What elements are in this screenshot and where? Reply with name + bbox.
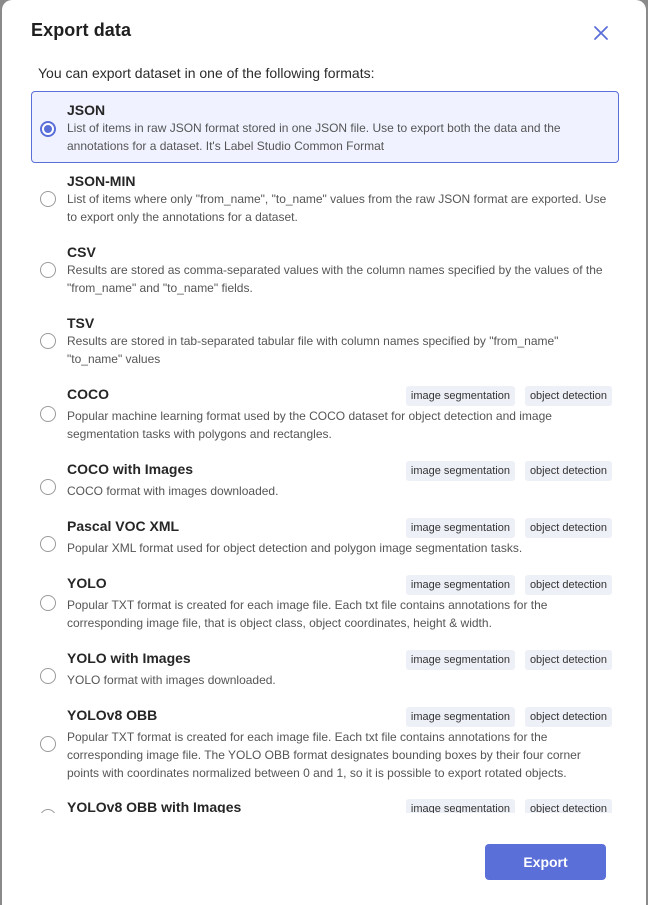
format-name: YOLOv8 OBB with Images — [67, 799, 242, 813]
format-option-yolo-with-images[interactable]: YOLO with Images image segmentation obje… — [31, 646, 619, 694]
tag-image-segmentation: image segmentation — [405, 386, 515, 406]
dialog-title: Export data — [31, 20, 132, 40]
format-description: Popular XML format used for object detec… — [67, 541, 523, 555]
radio-tsv[interactable] — [40, 333, 56, 349]
tag-image-segmentation: image segmentation — [405, 575, 515, 595]
radio-yolov8-obb[interactable] — [40, 736, 56, 752]
format-description: Popular machine learning format used by … — [67, 409, 552, 441]
format-description: Results are stored in tab-separated tabu… — [67, 334, 559, 366]
radio-json[interactable] — [40, 121, 56, 137]
format-option-csv[interactable]: CSV Results are stored as comma-separate… — [31, 240, 619, 302]
tag-group: image segmentation object detection — [405, 461, 612, 481]
radio-coco[interactable] — [40, 406, 56, 422]
tag-image-segmentation: image segmentation — [405, 707, 515, 727]
tag-object-detection: object detection — [524, 461, 612, 481]
format-option-json[interactable]: JSON List of items in raw JSON format st… — [31, 91, 619, 163]
radio-csv[interactable] — [40, 262, 56, 278]
tag-object-detection: object detection — [524, 518, 612, 538]
radio-json-min[interactable] — [40, 191, 56, 207]
radio-coco-with-images[interactable] — [40, 479, 56, 495]
format-name: YOLO with Images — [67, 650, 191, 666]
close-button[interactable] — [590, 22, 612, 44]
tag-image-segmentation: image segmentation — [405, 650, 515, 670]
intro-text: You can export dataset in one of the fol… — [38, 65, 375, 81]
tag-object-detection: object detection — [524, 799, 612, 813]
tag-image-segmentation: image segmentation — [405, 518, 515, 538]
format-name: YOLOv8 OBB — [67, 707, 158, 723]
format-option-coco[interactable]: COCO image segmentation object detection… — [31, 382, 619, 448]
format-name: Pascal VOC XML — [67, 518, 180, 534]
radio-yolov8-obb-with-images[interactable] — [40, 809, 56, 813]
format-option-coco-with-images[interactable]: COCO with Images image segmentation obje… — [31, 457, 619, 505]
radio-yolo[interactable] — [40, 595, 56, 611]
tag-image-segmentation: image segmentation — [405, 799, 515, 813]
format-name: COCO with Images — [67, 461, 194, 477]
format-name: JSON-MIN — [67, 173, 136, 189]
tag-group: image segmentation object detection — [405, 386, 612, 406]
tag-object-detection: object detection — [524, 650, 612, 670]
format-description: YOLO format with images downloaded. — [67, 673, 276, 687]
close-icon[interactable] — [590, 22, 612, 44]
tag-object-detection: object detection — [524, 707, 612, 727]
format-option-json-min[interactable]: JSON-MIN List of items where only "from_… — [31, 169, 619, 231]
tag-group: image segmentation object detection — [405, 707, 612, 727]
export-button[interactable]: Export — [485, 844, 606, 880]
tag-object-detection: object detection — [524, 575, 612, 595]
format-option-yolov8-obb[interactable]: YOLOv8 OBB image segmentation object det… — [31, 703, 619, 787]
format-description: COCO format with images downloaded. — [67, 484, 279, 498]
format-name: YOLO — [67, 575, 107, 591]
format-description: List of items in raw JSON format stored … — [67, 121, 561, 153]
format-description: Results are stored as comma-separated va… — [67, 263, 603, 295]
format-name: COCO — [67, 386, 109, 402]
format-name: JSON — [67, 102, 106, 118]
format-option-yolo[interactable]: YOLO image segmentation object detection… — [31, 571, 619, 637]
radio-pascal-voc-xml[interactable] — [40, 536, 56, 552]
format-name: TSV — [67, 315, 95, 331]
tag-group: image segmentation object detection — [405, 575, 612, 595]
format-option-pascal-voc-xml[interactable]: Pascal VOC XML image segmentation object… — [31, 514, 619, 562]
tag-image-segmentation: image segmentation — [405, 461, 515, 481]
export-dialog: Export data You can export dataset in on… — [2, 0, 646, 905]
tag-group: image segmentation object detection — [405, 799, 612, 813]
format-description: Popular TXT format is created for each i… — [67, 730, 581, 780]
format-description: Popular TXT format is created for each i… — [67, 598, 548, 630]
format-option-yolov8-obb-with-images[interactable]: YOLOv8 OBB with Images image segmentatio… — [31, 795, 619, 813]
format-description: List of items where only "from_name", "t… — [67, 192, 607, 224]
tag-group: image segmentation object detection — [405, 650, 612, 670]
format-name: CSV — [67, 244, 96, 260]
tag-group: image segmentation object detection — [405, 518, 612, 538]
tag-object-detection: object detection — [524, 386, 612, 406]
format-list[interactable]: JSON List of items in raw JSON format st… — [31, 91, 621, 813]
format-option-tsv[interactable]: TSV Results are stored in tab-separated … — [31, 311, 619, 373]
radio-yolo-with-images[interactable] — [40, 668, 56, 684]
